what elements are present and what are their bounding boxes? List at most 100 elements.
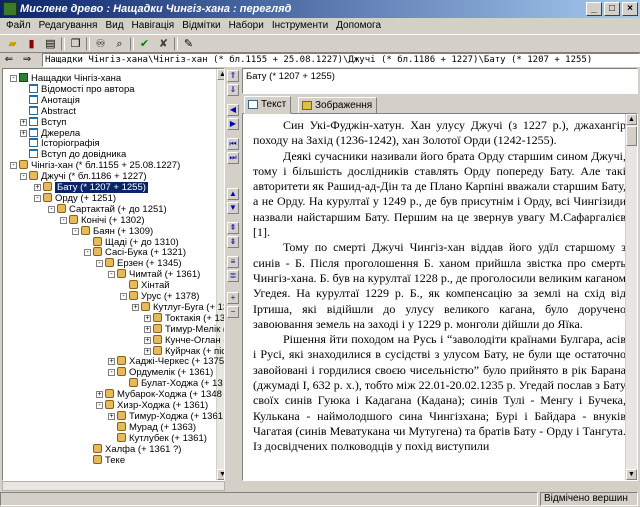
expand-node-icon[interactable]: + bbox=[20, 118, 27, 126]
expand-node-icon[interactable]: + bbox=[108, 412, 115, 420]
collapse-node-icon[interactable]: - bbox=[48, 205, 55, 213]
print-icon[interactable]: ▤ bbox=[42, 36, 59, 52]
cross-icon[interactable]: ✘ bbox=[155, 36, 172, 52]
move-up-icon[interactable]: ▲ bbox=[227, 188, 239, 200]
scroll-up-icon[interactable]: ▲ bbox=[217, 69, 224, 80]
collapse-node-icon[interactable]: - bbox=[10, 75, 17, 82]
tree-node[interactable]: Ордумелік (+ 1361) bbox=[117, 367, 213, 378]
collapse-node-icon[interactable]: - bbox=[120, 293, 127, 300]
tree-node[interactable]: Баян (+ 1309) bbox=[81, 225, 153, 237]
tree-view[interactable]: ▲ ▼ Нащадки Чінгіз-хана - Відомості про ав… bbox=[2, 68, 225, 481]
tree-node[interactable]: Токтакія (+ 1378 bbox=[153, 312, 224, 324]
back-arrow-icon[interactable]: ⇐ bbox=[0, 54, 18, 67]
find-icon[interactable]: ⌕ bbox=[111, 36, 128, 52]
tree-node[interactable]: Тимур-Ходжа (+ 1361 bbox=[117, 410, 223, 422]
tree-node[interactable]: Чимтай (+ 1361) bbox=[117, 269, 200, 280]
tree-node[interactable]: Нащадки Чінгіз-хана bbox=[19, 73, 121, 84]
tree-node[interactable]: Кутлуг-Буга (+ 1361) bbox=[141, 301, 224, 313]
tree-node[interactable]: Булат-Ходжа (+ 13 bbox=[129, 378, 223, 389]
tree-node[interactable]: Історіографія bbox=[29, 138, 100, 149]
tree-node[interactable]: Халфа (+ 1361 ?) bbox=[93, 443, 181, 455]
scroll-up-icon[interactable]: ▲ bbox=[626, 114, 637, 125]
collapse-node-icon[interactable]: - bbox=[84, 249, 91, 257]
node-title-field[interactable]: Бату (* 1207 + 1255) bbox=[242, 68, 638, 94]
scroll-thumb[interactable] bbox=[626, 126, 637, 146]
tree-node[interactable]: Хінтай bbox=[129, 280, 170, 291]
menu-navigation[interactable]: Навігація bbox=[128, 18, 179, 33]
tree-node[interactable]: Щаді (+ до 1310) bbox=[93, 236, 179, 248]
minimize-button[interactable]: _ bbox=[586, 2, 602, 16]
binoculars-icon[interactable]: ♾ bbox=[92, 36, 109, 52]
collapse-node-icon[interactable]: - bbox=[96, 402, 103, 409]
menu-sets[interactable]: Набори bbox=[225, 18, 268, 33]
tree-node[interactable]: Теке bbox=[93, 454, 125, 466]
first-icon[interactable]: ⏮ bbox=[227, 138, 239, 150]
expand-node-icon[interactable]: + bbox=[34, 184, 41, 191]
indent-icon[interactable]: ≡ bbox=[227, 256, 239, 268]
forward-arrow-icon[interactable]: ⇒ bbox=[18, 54, 36, 67]
menu-marks[interactable]: Відмітки bbox=[178, 18, 224, 33]
tree-node[interactable]: Відомості про автора bbox=[29, 83, 135, 95]
tree-node[interactable]: Вступ до довідника bbox=[29, 149, 126, 160]
expand-icon[interactable]: + bbox=[227, 292, 239, 304]
collapse-node-icon[interactable]: - bbox=[10, 162, 17, 170]
menu-help[interactable]: Допомога bbox=[332, 18, 385, 33]
text-scrollbar[interactable]: ▲ ▼ bbox=[625, 114, 637, 480]
expand-node-icon[interactable]: + bbox=[144, 347, 151, 355]
tree-node[interactable]: Abstract bbox=[29, 105, 76, 117]
tree-node[interactable]: Орду (+ 1251) bbox=[43, 192, 116, 204]
copy-icon[interactable]: ❐ bbox=[67, 36, 84, 52]
tree-horizontal-scrollbar[interactable] bbox=[2, 481, 225, 491]
expand-node-icon[interactable]: + bbox=[144, 325, 151, 333]
tree-node[interactable]: Вступ bbox=[29, 116, 66, 128]
tree-node[interactable]: Кутлубек (+ 1361) bbox=[117, 432, 207, 444]
tree-node[interactable]: Анотація bbox=[29, 94, 80, 106]
tab-images[interactable]: Зображення bbox=[298, 97, 378, 114]
tree-node[interactable]: Хизр-Ходжа (+ 1361) bbox=[105, 400, 208, 411]
collapse-node-icon[interactable]: - bbox=[108, 271, 115, 279]
pencil-icon[interactable]: ✎ bbox=[180, 36, 197, 52]
collapse-icon[interactable]: − bbox=[227, 306, 239, 318]
tree-node[interactable]: Хаджі-Черкес (+ 1375 bbox=[117, 356, 224, 367]
scroll-down-icon[interactable]: ▼ bbox=[217, 469, 224, 480]
expand-node-icon[interactable]: + bbox=[96, 391, 103, 399]
tree-node[interactable]: Чінгіз-хан (* бл.1155 + 25.08.1227) bbox=[19, 160, 180, 171]
tree-node[interactable]: Кунче-Оглан (+ bbox=[153, 334, 224, 346]
menu-file[interactable]: Файл bbox=[2, 18, 35, 33]
tree-node[interactable]: Урус (+ 1378) bbox=[129, 291, 199, 302]
tree-node[interactable]: Ерзен (+ 1345) bbox=[105, 258, 182, 269]
tree-node[interactable]: Джучі (* бл.1186 + 1227) bbox=[29, 171, 147, 182]
text-pane[interactable]: Син Укі-Фуджін-хатун. Хан улусу Джучі (з… bbox=[242, 113, 638, 481]
tab-text[interactable]: Текст bbox=[244, 96, 292, 114]
menu-edit[interactable]: Редагування bbox=[35, 18, 102, 33]
tree-node[interactable]: Тимур-Мелік (+ bbox=[153, 323, 224, 335]
collapse-node-icon[interactable]: - bbox=[108, 369, 115, 377]
tree-node[interactable]: Бату (* 1207 + 1255) bbox=[43, 182, 148, 193]
last-icon[interactable]: ⏭ bbox=[227, 152, 239, 164]
path-field[interactable]: Нащадки Чінгіз-хана\Чінгіз-хан (* бл.115… bbox=[42, 53, 640, 67]
book-icon[interactable]: ▮ bbox=[23, 36, 40, 52]
next-icon[interactable]: ▶ bbox=[227, 118, 239, 130]
tree-node[interactable]: Куйрчак (+ післ bbox=[153, 345, 224, 357]
tree-node[interactable]: Сартактай (+ до 1251) bbox=[57, 203, 167, 215]
expand-node-icon[interactable]: + bbox=[132, 303, 139, 311]
tree-node[interactable]: Конічі (+ 1302) bbox=[69, 214, 145, 226]
open-folder-icon[interactable]: ▰ bbox=[4, 36, 21, 52]
scroll-down-icon[interactable]: ▼ bbox=[626, 469, 637, 480]
tree-node[interactable]: Мурад (+ 1363) bbox=[117, 421, 196, 433]
close-button[interactable]: × bbox=[622, 2, 638, 16]
collapse-node-icon[interactable]: - bbox=[34, 194, 41, 202]
tree-node[interactable]: Джерела bbox=[29, 127, 80, 139]
expand-node-icon[interactable]: + bbox=[108, 358, 115, 366]
expand-node-icon[interactable]: + bbox=[20, 129, 27, 137]
check-icon[interactable]: ✔ bbox=[136, 36, 153, 52]
expand-node-icon[interactable]: + bbox=[144, 336, 151, 344]
collapse-node-icon[interactable]: - bbox=[72, 227, 79, 235]
collapse-node-icon[interactable]: - bbox=[96, 260, 103, 268]
expand-node-icon[interactable]: + bbox=[144, 314, 151, 322]
move-bottom-icon[interactable]: ⇟ bbox=[227, 236, 239, 248]
menu-view[interactable]: Вид bbox=[101, 18, 127, 33]
tree-node[interactable]: Мубарок-Ходжа (+ 1348 bbox=[105, 389, 222, 400]
level-down-icon[interactable]: ⇓ bbox=[227, 84, 239, 96]
collapse-node-icon[interactable]: - bbox=[60, 216, 67, 224]
